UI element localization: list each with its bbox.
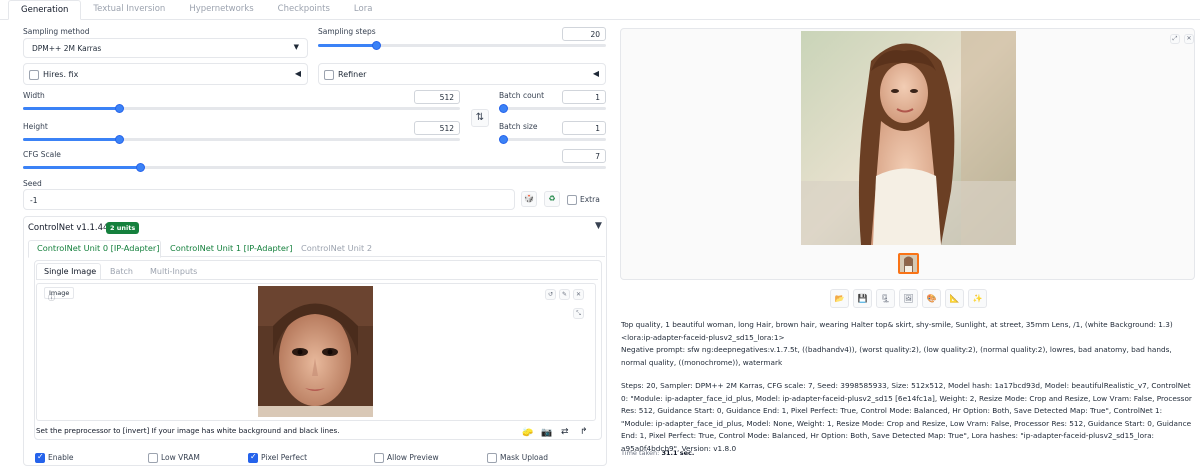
- collapse-left-icon[interactable]: ◀: [593, 69, 599, 78]
- width-slider[interactable]: [23, 104, 460, 113]
- tab-hypernetworks[interactable]: Hypernetworks: [177, 0, 265, 20]
- sampling-method-label: Sampling method: [23, 27, 90, 36]
- send-to-img2img-icon[interactable]: 🖼: [899, 289, 918, 308]
- seed-value: -1: [30, 196, 38, 205]
- tab-controlnet-unit-2[interactable]: ControlNet Unit 2: [301, 243, 372, 253]
- info-icon: ⓘ: [48, 294, 55, 302]
- tab-lora[interactable]: Lora: [342, 0, 385, 20]
- refiner-checkbox[interactable]: [324, 70, 334, 80]
- hires-fix-checkbox[interactable]: [29, 70, 39, 80]
- chevron-down-icon: ▼: [293, 43, 299, 51]
- send-to-extras-icon[interactable]: 📐: [945, 289, 964, 308]
- tab-checkpoints[interactable]: Checkpoints: [266, 0, 342, 20]
- extra-checkbox[interactable]: [567, 195, 577, 205]
- refiner-panel[interactable]: Refiner ◀: [318, 63, 606, 85]
- height-slider[interactable]: [23, 135, 460, 144]
- tab-multi-inputs[interactable]: Multi-Inputs: [150, 267, 197, 276]
- swap-horizontal-icon[interactable]: ⇄: [561, 427, 569, 437]
- sampling-steps-input[interactable]: 20: [562, 27, 606, 41]
- height-label: Height: [23, 122, 48, 131]
- camera-icon[interactable]: 📷: [541, 428, 552, 438]
- generated-image[interactable]: [801, 31, 1016, 245]
- enable-checkbox[interactable]: [35, 452, 45, 463]
- sampling-steps-label: Sampling steps: [318, 27, 376, 36]
- batch-count-slider[interactable]: [499, 104, 606, 113]
- tab-generation[interactable]: Generation: [8, 0, 82, 20]
- units-badge: 2 units: [106, 222, 140, 234]
- swap-icon[interactable]: ⇅: [471, 109, 489, 127]
- thumbnail-image[interactable]: [898, 253, 919, 274]
- sampling-steps-slider[interactable]: [318, 41, 606, 50]
- edit-icon[interactable]: ✎: [559, 289, 570, 300]
- width-input[interactable]: 512: [414, 90, 460, 104]
- folder-icon[interactable]: 📂: [830, 289, 849, 308]
- refiner-label: Refiner: [338, 70, 367, 79]
- allow-preview-checkbox[interactable]: [374, 453, 384, 463]
- reference-face-image: [258, 286, 373, 417]
- seed-input[interactable]: -1: [23, 189, 515, 210]
- batch-count-label: Batch count: [499, 91, 545, 100]
- seed-label: Seed: [23, 179, 42, 188]
- batch-size-slider[interactable]: [499, 135, 606, 144]
- save-icon[interactable]: 💾: [853, 289, 872, 308]
- expand-icon[interactable]: ⤢: [1170, 34, 1180, 44]
- width-label: Width: [23, 91, 45, 100]
- time-taken-value: 31.1 sec.: [661, 449, 695, 457]
- resize-icon[interactable]: ⤡: [573, 308, 584, 319]
- send-up-icon[interactable]: ↱: [580, 427, 588, 437]
- batch-size-input[interactable]: 1: [562, 121, 606, 135]
- low-vram-checkbox[interactable]: [148, 453, 158, 463]
- cfg-scale-slider[interactable]: [23, 163, 606, 172]
- cfg-scale-input[interactable]: 7: [562, 149, 606, 163]
- time-taken-label: Time taken:: [621, 449, 660, 457]
- output-negative-prompt: Negative prompt: sfw ng:deepnegatives:v.…: [621, 345, 1172, 367]
- tab-controlnet-unit-1[interactable]: ControlNet Unit 1 [IP-Adapter]: [170, 243, 292, 253]
- main-tabs: Generation Textual Inversion Hypernetwor…: [0, 0, 1200, 20]
- send-to-inpaint-icon[interactable]: 🎨: [922, 289, 941, 308]
- eraser-icon[interactable]: 🧽: [522, 428, 533, 438]
- collapse-left-icon[interactable]: ◀: [295, 69, 301, 78]
- tab-batch[interactable]: Batch: [110, 267, 133, 276]
- output-prompt: Top quality, 1 beautiful woman, long Hai…: [621, 320, 1173, 342]
- tab-controlnet-unit-0[interactable]: ControlNet Unit 0 [IP-Adapter]: [37, 243, 159, 253]
- extra-label: Extra: [580, 195, 600, 204]
- sparkle-icon[interactable]: ✨: [968, 289, 987, 308]
- time-taken: Time taken: 31.1 sec.: [621, 449, 694, 457]
- tab-textual-inversion[interactable]: Textual Inversion: [81, 0, 177, 20]
- recycle-icon[interactable]: ♻: [544, 191, 560, 207]
- close-icon[interactable]: ✕: [1184, 34, 1194, 44]
- input-tabs-divider: [36, 279, 598, 280]
- close-icon[interactable]: ✕: [573, 289, 584, 300]
- batch-size-label: Batch size: [499, 122, 538, 131]
- sampling-method-value: DPM++ 2M Karras: [32, 44, 102, 53]
- mask-upload-checkbox[interactable]: [487, 453, 497, 463]
- zip-icon[interactable]: 🗜: [876, 289, 895, 308]
- hires-fix-label: Hires. fix: [43, 70, 79, 79]
- tab-single-image[interactable]: Single Image: [44, 267, 96, 276]
- controlnet-title: ControlNet v1.1.443: [28, 223, 114, 233]
- hires-fix-panel[interactable]: Hires. fix ◀: [23, 63, 308, 85]
- dice-icon[interactable]: 🎲: [521, 191, 537, 207]
- collapse-down-icon[interactable]: ▼: [595, 221, 602, 231]
- cfg-scale-label: CFG Scale: [23, 150, 61, 159]
- undo-icon[interactable]: ↺: [545, 289, 556, 300]
- sampling-method-dropdown[interactable]: DPM++ 2M Karras ▼: [23, 38, 308, 58]
- preprocessor-hint: Set the preprocessor to [invert] If your…: [36, 426, 340, 435]
- pixel-perfect-checkbox[interactable]: [248, 452, 258, 463]
- height-input[interactable]: 512: [414, 121, 460, 135]
- batch-count-input[interactable]: 1: [562, 90, 606, 104]
- output-parameters: Steps: 20, Sampler: DPM++ 2M Karras, CFG…: [621, 381, 1192, 453]
